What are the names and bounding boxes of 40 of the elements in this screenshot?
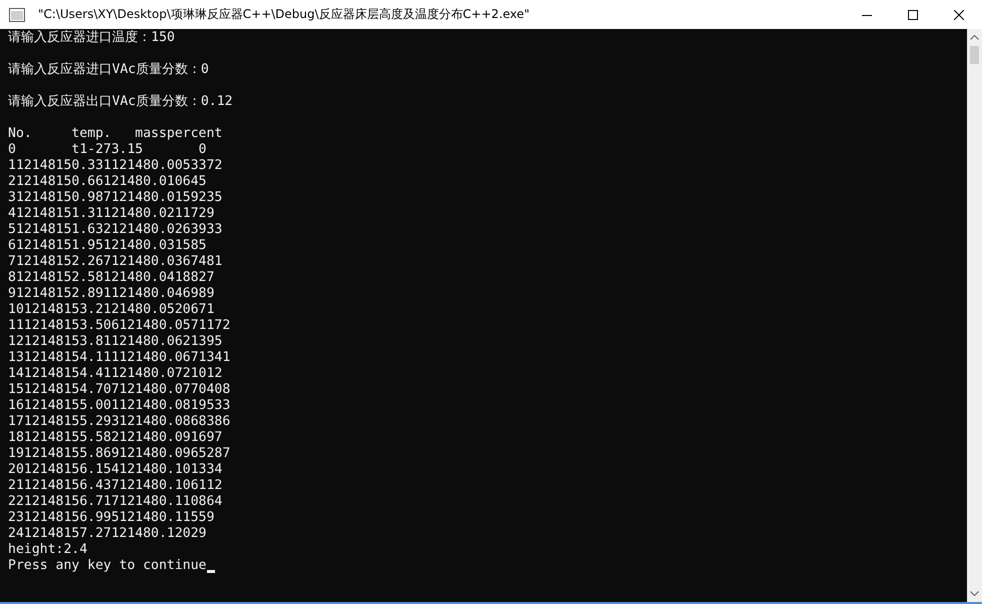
output-row-line: 2412148157.27121480.12029 [8, 526, 208, 542]
console-app-icon [9, 8, 25, 22]
output-row-line: 712148152.267121480.0367481 [8, 254, 224, 270]
output-row-line: 812148152.58121480.0418827 [8, 270, 216, 286]
output-row-line: 1612148155.001121480.0819533 [8, 398, 232, 414]
output-row-line: 1012148153.2121480.0520671 [8, 302, 216, 318]
output-row-line: 112148150.331121480.0053372 [8, 158, 224, 174]
output-row-line: 2312148156.995121480.11559 [8, 510, 216, 526]
output-row-line: 1112148153.506121480.0571172 [8, 318, 232, 334]
output-row-line: 2012148156.154121480.101334 [8, 462, 224, 478]
output-row-line: 312148150.987121480.0159235 [8, 190, 224, 206]
output-row-line: 412148151.31121480.0211729 [8, 206, 216, 222]
scroll-down-icon[interactable] [970, 591, 979, 596]
output-row-line: 1512148154.707121480.0770408 [8, 382, 232, 398]
text-cursor [206, 570, 214, 573]
output-row-line: 1412148154.41121480.0721012 [8, 366, 224, 382]
output-row-line: 912148152.891121480.046989 [8, 286, 216, 302]
output-row-line: 1812148155.582121480.091697 [8, 430, 224, 446]
output-row-line: 1912148155.869121480.0965287 [8, 446, 232, 462]
result-line: height:2.4 [8, 542, 88, 558]
scrollbar-thumb[interactable] [970, 46, 979, 64]
output-row-line: 2112148156.437121480.106112 [8, 478, 224, 494]
output-row-line: 1212148153.81121480.0621395 [8, 334, 224, 350]
output-row-line: 1712148155.293121480.0868386 [8, 414, 232, 430]
close-icon [954, 10, 964, 20]
pause-message: Press any key to continue [8, 558, 206, 574]
input-prompt-line: 请输入反应器进口温度：150 [8, 30, 176, 46]
window-title: "C:\Users\XY\Desktop\项琳琳反应器C++\Debug\反应器床层高度及温度分布C++2.exe" [38, 6, 531, 23]
input-prompt-line: 请输入反应器出口VAc质量分数：0.12 [8, 94, 234, 110]
output-row-line: 212148150.66121480.010645 [8, 174, 208, 190]
output-row-line: 1312148154.111121480.0671341 [8, 350, 232, 366]
vertical-scrollbar[interactable] [967, 29, 982, 602]
table-header-line: No. temp. masspercent [8, 126, 224, 142]
output-row-line: 2212148156.717121480.110864 [8, 494, 224, 510]
maximize-icon [908, 10, 918, 20]
input-prompt-line: 请输入反应器进口VAc质量分数：0 [8, 62, 210, 78]
scroll-up-icon[interactable] [970, 35, 979, 40]
output-row-line: 512148151.632121480.0263933 [8, 222, 224, 238]
output-row-line: 0 t1-273.15 0 [8, 142, 208, 158]
output-row-line: 612148151.95121480.031585 [8, 238, 208, 254]
